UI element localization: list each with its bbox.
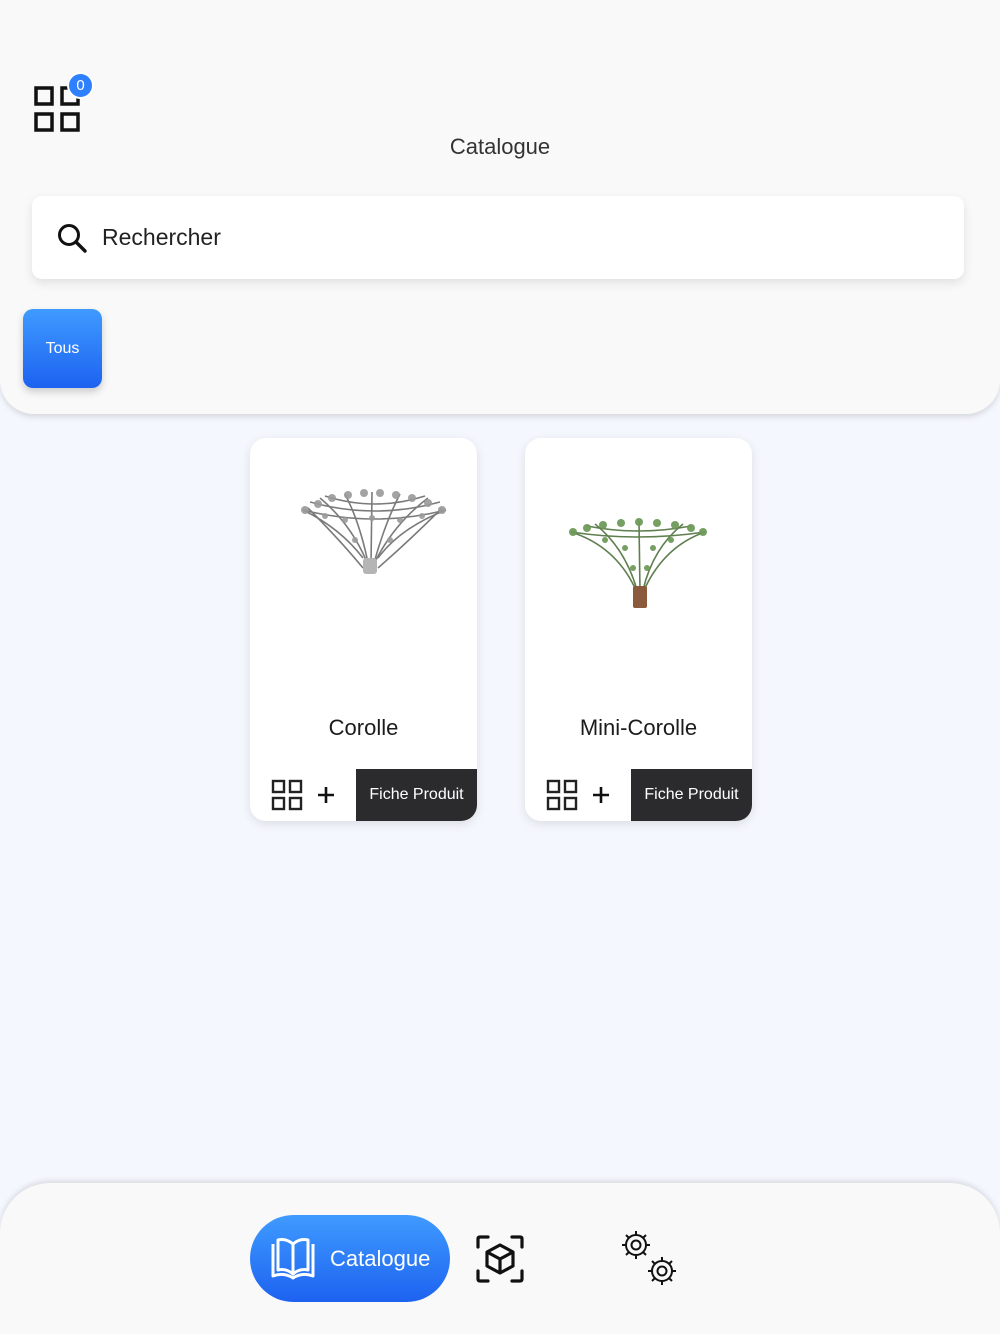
nav-ar-button[interactable] [474, 1233, 526, 1285]
product-card-corolle[interactable]: Corolle Fiche Produit [250, 438, 477, 821]
grid-icon [546, 779, 578, 811]
add-to-collection-button[interactable] [525, 769, 631, 821]
page-title: Catalogue [449, 134, 551, 159]
corolle-product-image [301, 489, 447, 574]
search-icon [58, 223, 87, 253]
product-actions: Fiche Produit [250, 769, 477, 821]
grid-icon [271, 779, 303, 811]
add-to-collection-button[interactable] [250, 769, 356, 821]
settings-gears-icon [622, 1231, 676, 1285]
collection-count-badge: 0 [67, 72, 94, 99]
book-icon [271, 1237, 315, 1279]
product-name: Corolle [328, 715, 399, 740]
header-panel: 0 Catalogue Tous [0, 0, 1000, 414]
fiche-produit-button[interactable]: Fiche Produit [631, 769, 752, 821]
product-card-mini-corolle[interactable]: Mini-Corolle Fiche Produit [525, 438, 752, 821]
nav-catalogue-button[interactable]: Catalogue [250, 1215, 450, 1302]
product-actions: Fiche Produit [525, 769, 752, 821]
nav-catalogue-label: Catalogue [330, 1245, 431, 1271]
fiche-produit-button[interactable]: Fiche Produit [356, 769, 477, 821]
mini-corolle-product-image [569, 518, 707, 608]
bottom-navigation: Catalogue [0, 1183, 1000, 1334]
product-name: Mini-Corolle [579, 715, 698, 740]
plus-icon [318, 787, 334, 803]
filter-chip-tous[interactable]: Tous [23, 309, 102, 388]
ar-cube-icon [476, 1235, 524, 1283]
plus-icon [593, 787, 609, 803]
search-input[interactable] [102, 224, 902, 251]
search-bar[interactable] [32, 196, 964, 279]
nav-settings-button[interactable] [618, 1227, 682, 1291]
